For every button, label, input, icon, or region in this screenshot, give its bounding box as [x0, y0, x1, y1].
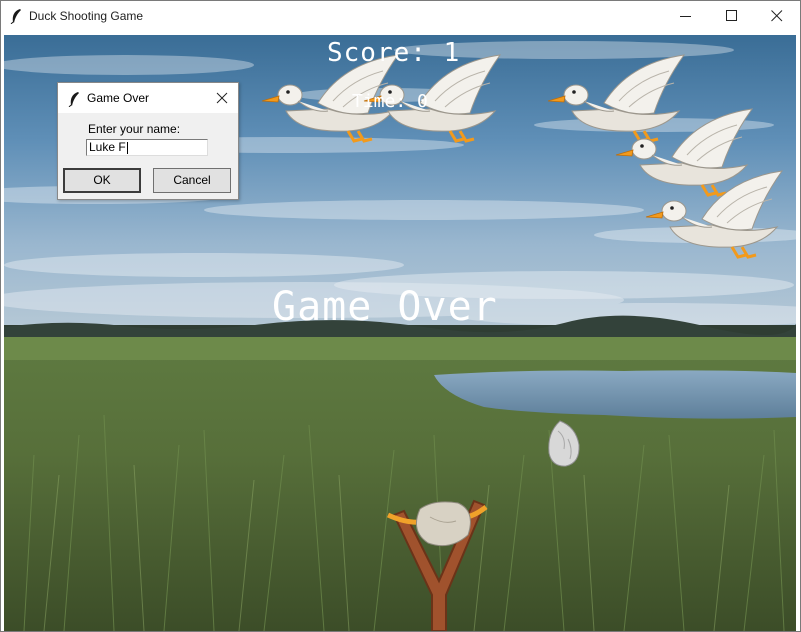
name-input-value: Luke F — [89, 140, 126, 154]
dialog-close-button[interactable] — [211, 87, 233, 109]
close-icon — [216, 92, 228, 104]
rock-projectile — [548, 420, 580, 467]
slingshot[interactable] — [384, 495, 494, 631]
text-caret — [126, 141, 128, 154]
feather-icon — [10, 9, 21, 24]
name-prompt: Enter your name: — [88, 122, 181, 136]
time-text: Time: 0 — [352, 91, 428, 112]
maximize-button[interactable] — [709, 1, 755, 31]
ok-button[interactable]: OK — [63, 168, 141, 193]
duck[interactable] — [642, 169, 788, 261]
feather-icon — [68, 92, 79, 107]
dialog-title-bar[interactable]: Game Over — [58, 83, 238, 113]
minimize-icon — [680, 16, 691, 17]
cancel-button[interactable]: Cancel — [153, 168, 231, 193]
score-text: Score: 1 — [327, 38, 461, 68]
window-title: Duck Shooting Game — [29, 9, 144, 23]
close-icon — [771, 10, 783, 22]
game-over-dialog: Game Over Enter your name: Luke F OK Can… — [57, 82, 239, 200]
game-over-text: Game Over — [272, 284, 498, 330]
close-button[interactable] — [754, 1, 800, 31]
title-bar[interactable]: Duck Shooting Game — [1, 1, 800, 31]
name-input[interactable]: Luke F — [86, 139, 208, 156]
dialog-title: Game Over — [87, 91, 150, 105]
minimize-button[interactable] — [663, 1, 709, 31]
maximize-icon — [726, 10, 737, 21]
